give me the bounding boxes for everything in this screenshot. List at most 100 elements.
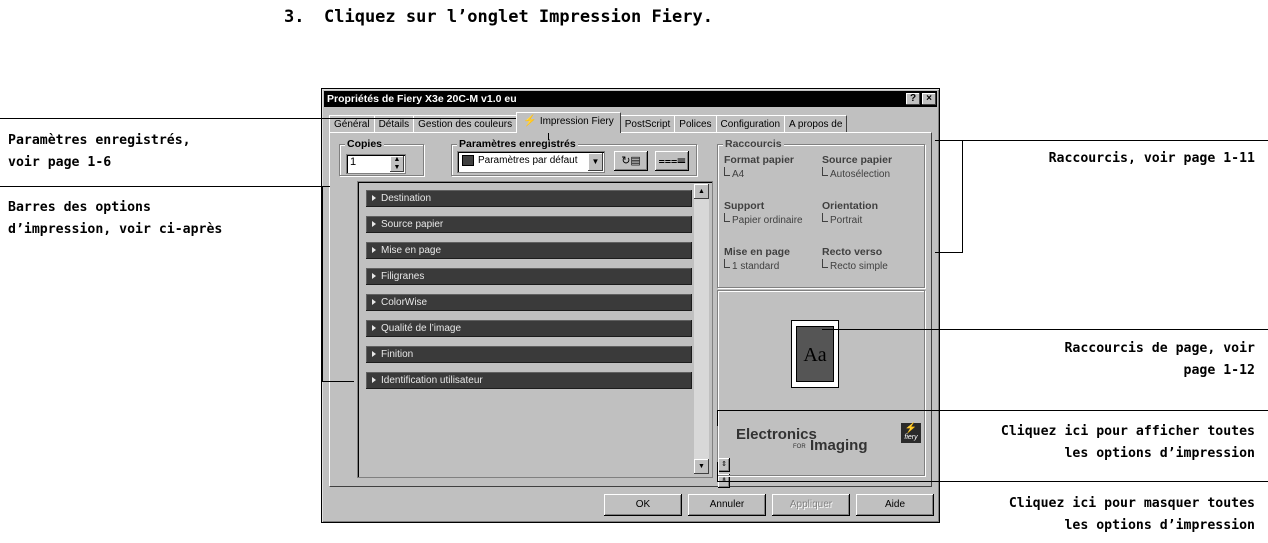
option-bar-layout[interactable]: Mise en page xyxy=(366,242,692,259)
expand-arrow-icon xyxy=(372,351,376,357)
title-bar: Propriétés de Fiery X3e 20C-M v1.0 eu ? … xyxy=(324,91,937,107)
fiery-bolt-icon: ⚡ xyxy=(523,115,537,127)
page-thumbnail[interactable]: Aa xyxy=(791,320,839,388)
cancel-button[interactable]: Annuler xyxy=(688,494,766,516)
copies-label: Copies xyxy=(345,137,385,151)
tab-about[interactable]: A propos de xyxy=(784,115,848,133)
window-title: Propriétés de Fiery X3e 20C-M v1.0 eu xyxy=(327,93,517,105)
close-button[interactable]: × xyxy=(922,93,936,105)
callout-line: Cliquez ici pour afficher toutes xyxy=(1000,424,1255,439)
callout-line: voir page 1-6 xyxy=(8,155,112,170)
expand-arrow-icon xyxy=(372,195,376,201)
logo-imaging: Imaging xyxy=(810,437,868,454)
callout-line: les options d’impression xyxy=(1064,518,1255,533)
help-footer-button[interactable]: Aide xyxy=(856,494,934,516)
step-heading: 3. Cliquez sur l’onglet Impression Fiery. xyxy=(284,7,713,27)
shortcut-label-duplex: Recto verso xyxy=(822,246,883,258)
page-preview: Aa Electronics FOR Imaging ⚡ fiery xyxy=(717,290,925,476)
callout-line: Barres des options xyxy=(8,200,151,215)
logo-electronics: Electronics xyxy=(736,426,817,443)
printer-icon xyxy=(462,155,474,166)
tab-postscript[interactable]: PostScript xyxy=(619,115,676,133)
shortcut-value-paper-size[interactable]: A4 xyxy=(724,167,744,181)
fiery-logo-text: fiery xyxy=(904,434,918,441)
save-settings-button[interactable]: ↻▤ xyxy=(614,151,648,171)
logo-for: FOR xyxy=(793,444,806,450)
page-sample-text: Aa xyxy=(796,326,834,382)
fiery-bolt-icon: ⚡ xyxy=(904,423,918,434)
tab-fonts[interactable]: Polices xyxy=(674,115,717,133)
leader-line-hide-all xyxy=(717,481,1268,482)
shortcut-label-media: Support xyxy=(724,200,765,212)
saved-settings-label: Paramètres enregistrés xyxy=(457,137,578,151)
fiery-logo: ⚡ fiery xyxy=(901,423,921,443)
callout-line: page 1-12 xyxy=(1183,363,1255,378)
chevron-down-icon[interactable]: ▼ xyxy=(588,153,603,171)
spinner-arrows-icon[interactable]: ▲ ▼ xyxy=(390,156,404,172)
callout-saved-settings: Paramètres enregistrés, voir page 1-6 xyxy=(8,130,191,174)
shortcut-label-paper-size: Format papier xyxy=(724,154,795,166)
scroll-up-icon[interactable]: ▲ xyxy=(694,184,709,199)
apply-button[interactable]: Appliquer xyxy=(772,494,850,516)
leader-line-options-top xyxy=(0,186,330,187)
copies-spinner[interactable]: 1 ▲ ▼ xyxy=(346,154,406,174)
leader-line-shortcuts-top xyxy=(935,140,1268,141)
leader-line-page-shortcuts xyxy=(822,329,1268,330)
tab-fiery-printing[interactable]: ⚡ Impression Fiery xyxy=(516,112,621,133)
shortcut-value-paper-source[interactable]: Autosélection xyxy=(822,167,890,181)
callout-shortcuts: Raccourcis, voir page 1-11 xyxy=(1049,148,1255,170)
expand-arrow-icon xyxy=(372,377,376,383)
option-bar-label: Identification utilisateur xyxy=(381,375,483,386)
shortcut-label-layout: Mise en page xyxy=(724,246,790,258)
callout-option-bars: Barres des options d’impression, voir ci… xyxy=(8,197,222,241)
option-bar-label: Mise en page xyxy=(381,245,442,256)
settings-list-icon: ⩶☰ xyxy=(658,155,686,167)
leader-line-shortcuts-bracket xyxy=(962,140,963,252)
saved-settings-dropdown[interactable]: Paramètres par défaut ▼ xyxy=(457,151,605,173)
option-bar-colorwise[interactable]: ColorWise xyxy=(366,294,692,311)
saved-settings-selected: Paramètres par défaut xyxy=(478,155,578,166)
scroll-down-icon[interactable]: ▼ xyxy=(694,459,709,474)
option-bar-watermarks[interactable]: Filigranes xyxy=(366,268,692,285)
copies-value: 1 xyxy=(350,156,357,168)
shortcuts-group: Raccourcis Format papier A4 Source papie… xyxy=(717,137,925,288)
options-scrollbar[interactable]: ▲ ▼ xyxy=(694,184,709,474)
tab-configuration[interactable]: Configuration xyxy=(715,115,786,133)
callout-page-shortcuts: Raccourcis de page, voir page 1-12 xyxy=(1064,338,1255,382)
expand-arrow-icon xyxy=(372,325,376,331)
manage-settings-button[interactable]: ⩶☰ xyxy=(655,151,689,171)
leader-line-shortcuts-bottom xyxy=(935,252,963,253)
expand-arrow-icon xyxy=(372,299,376,305)
callout-line: Cliquez ici pour masquer toutes xyxy=(1008,496,1255,511)
option-bar-label: Filigranes xyxy=(381,271,425,282)
expand-arrow-icon xyxy=(372,273,376,279)
callout-show-all: Cliquez ici pour afficher toutes les opt… xyxy=(1001,421,1255,465)
option-bar-finishing[interactable]: Finition xyxy=(366,346,692,363)
option-bar-label: Source papier xyxy=(381,219,444,230)
option-bar-image-quality[interactable]: Qualité de l’image xyxy=(366,320,692,337)
option-bar-label: Destination xyxy=(381,193,432,204)
callout-line: les options d’impression xyxy=(1064,446,1255,461)
option-bar-paper-source[interactable]: Source papier xyxy=(366,216,692,233)
ok-button[interactable]: OK xyxy=(604,494,682,516)
callout-line: Raccourcis, voir page 1-11 xyxy=(1048,151,1255,166)
shortcut-label-paper-source: Source papier xyxy=(822,154,893,166)
option-bar-label: Finition xyxy=(381,349,414,360)
leader-line-options-bracket xyxy=(322,186,323,381)
option-bar-user-identification[interactable]: Identification utilisateur xyxy=(366,372,692,389)
expand-arrow-icon xyxy=(372,221,376,227)
option-bar-destination[interactable]: Destination xyxy=(366,190,692,207)
tab-label: Impression Fiery xyxy=(539,116,614,127)
shortcut-value-layout[interactable]: 1 standard xyxy=(724,259,779,273)
help-button[interactable]: ? xyxy=(906,93,920,105)
expand-arrow-icon xyxy=(372,247,376,253)
copies-group: Copies 1 ▲ ▼ xyxy=(339,137,424,176)
shortcut-value-duplex[interactable]: Recto simple xyxy=(822,259,888,273)
leader-line-options-bottom xyxy=(322,381,354,382)
shortcut-value-orientation[interactable]: Portrait xyxy=(822,213,862,227)
shortcut-value-media[interactable]: Papier ordinaire xyxy=(724,213,803,227)
callout-hide-all: Cliquez ici pour masquer toutes les opti… xyxy=(1009,493,1255,537)
option-bar-label: Qualité de l’image xyxy=(381,323,462,334)
option-bar-label: ColorWise xyxy=(381,297,428,308)
callout-line: Paramètres enregistrés, xyxy=(8,133,191,148)
